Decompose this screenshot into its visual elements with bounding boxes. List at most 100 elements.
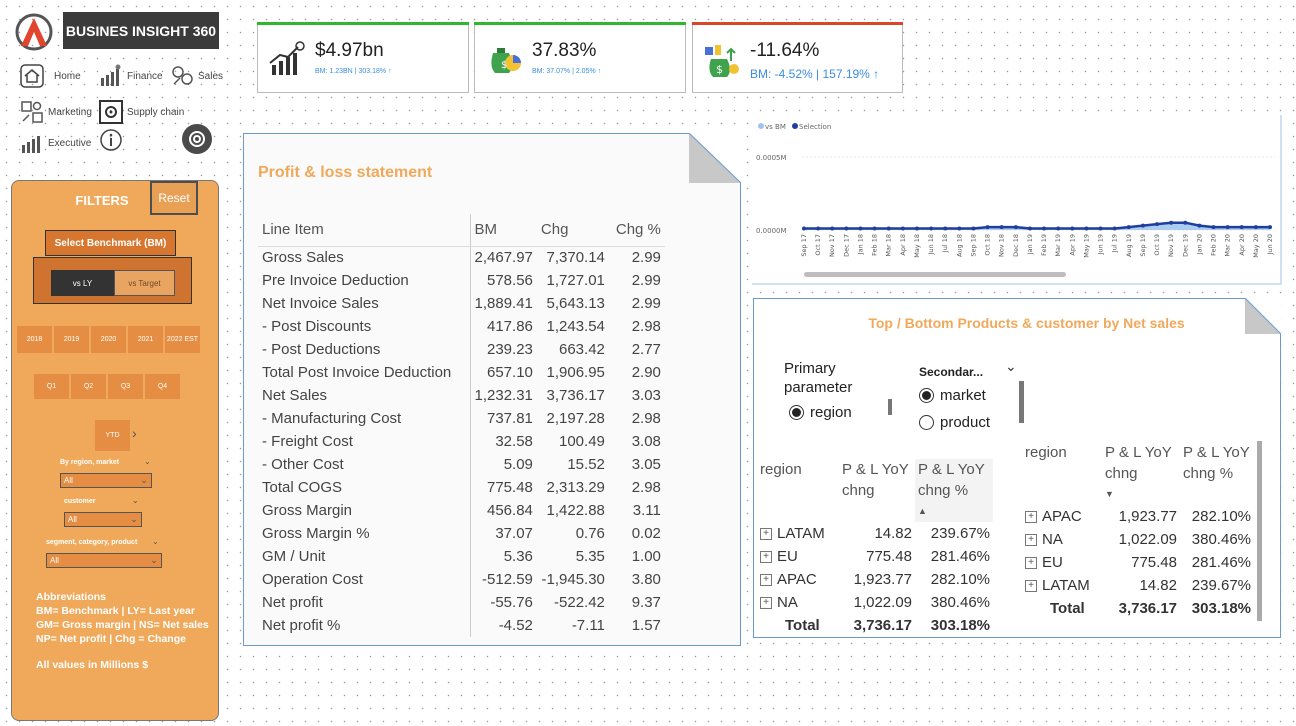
pnl-row[interactable]: - Freight Cost 32.58 100.49 3.08 bbox=[258, 430, 665, 453]
ytd-next-chevron-icon[interactable]: › bbox=[132, 425, 137, 441]
segment-filter-caret-icon[interactable]: ⌄ bbox=[152, 537, 162, 547]
benchmark-option-vs-ly[interactable]: vs LY bbox=[51, 270, 114, 296]
table-row[interactable]: + LATAM 14.82 239.67% bbox=[1022, 574, 1254, 597]
customer-filter-dropdown[interactable]: All ⌄ bbox=[64, 512, 142, 527]
expand-plus-icon[interactable]: + bbox=[1025, 557, 1037, 570]
col-yoy-chng-pct-label: P & L YoY chng % bbox=[918, 461, 985, 499]
pnl-cell-bm: 37.07 bbox=[495, 525, 533, 542]
pnl-cell-chg: 7,370.14 bbox=[546, 249, 605, 267]
pnl-row[interactable]: Operation Cost -512.59 -1,945.30 3.80 bbox=[258, 568, 665, 591]
year-chip-2021[interactable]: 2021 bbox=[128, 326, 163, 353]
col-yoy-chng[interactable]: P & L YoY chng bbox=[839, 459, 915, 522]
secondary-scrollbar[interactable] bbox=[1019, 381, 1024, 423]
nav-supply-chain[interactable]: Supply chain bbox=[99, 100, 184, 124]
pnl-col-bm[interactable]: BM bbox=[470, 214, 537, 247]
cell-yoy-chng: 1,923.77 bbox=[1118, 508, 1177, 525]
pnl-cell-line-item: Net profit bbox=[258, 591, 471, 614]
nav-home[interactable]: Home bbox=[20, 64, 81, 88]
customer-filter-caret-icon[interactable]: ⌄ bbox=[132, 496, 142, 506]
table-row[interactable]: + EU 775.48 281.46% bbox=[1022, 551, 1254, 574]
pnl-row[interactable]: Gross Margin % 37.07 0.76 0.02 bbox=[258, 522, 665, 545]
year-chip-2022-est[interactable]: 2022 EST bbox=[165, 326, 200, 353]
col-yoy-chng-pct[interactable]: P & L YoY chng % ▲ bbox=[915, 459, 993, 522]
expand-plus-icon[interactable]: + bbox=[1025, 534, 1037, 547]
table-scrollbar[interactable] bbox=[1257, 441, 1262, 621]
pnl-col-line-item[interactable]: Line Item bbox=[258, 214, 471, 247]
pnl-row[interactable]: GM / Unit 5.36 5.35 1.00 bbox=[258, 545, 665, 568]
x-tick-label: Nov 18 bbox=[998, 234, 1006, 257]
quarter-chip-q2[interactable]: Q2 bbox=[71, 374, 106, 399]
help-button[interactable] bbox=[182, 124, 212, 154]
table-row[interactable]: + NA 1,022.09 380.46% bbox=[1022, 528, 1254, 551]
nav-sales[interactable]: Sales bbox=[170, 64, 223, 88]
pnl-row[interactable]: - Other Cost 5.09 15.52 3.05 bbox=[258, 453, 665, 476]
region-filter-label: By region, market bbox=[60, 459, 120, 466]
pnl-col-chg-pct[interactable]: Chg % bbox=[608, 214, 665, 247]
cell-yoy-chng-pct: 282.10% bbox=[930, 571, 990, 588]
nav-marketing[interactable]: Marketing bbox=[20, 100, 92, 124]
nav-finance[interactable]: Finance bbox=[99, 64, 163, 88]
reset-button[interactable]: Reset bbox=[150, 181, 198, 215]
legend-marker-selection bbox=[792, 123, 798, 129]
quarter-chip-q1[interactable]: Q1 bbox=[34, 374, 69, 399]
ytd-chip[interactable]: YTD bbox=[95, 420, 130, 451]
expand-plus-icon[interactable]: + bbox=[760, 597, 772, 610]
year-chip-2019[interactable]: 2019 bbox=[54, 326, 89, 353]
table-row[interactable]: + NA 1,022.09 380.46% bbox=[757, 591, 993, 614]
pnl-row[interactable]: Net profit % -4.52 -7.11 1.57 bbox=[258, 614, 665, 637]
secondary-chevron-down-icon[interactable]: ⌄ bbox=[1005, 359, 1017, 375]
pnl-row[interactable]: - Manufacturing Cost 737.81 2,197.28 2.98 bbox=[258, 407, 665, 430]
expand-plus-icon[interactable]: + bbox=[760, 551, 772, 564]
pnl-row[interactable]: - Post Deductions 239.23 663.42 2.77 bbox=[258, 338, 665, 361]
cell-region-label: APAC bbox=[777, 571, 817, 588]
expand-plus-icon[interactable]: + bbox=[1025, 511, 1037, 524]
pnl-cell-line-item: - Post Deductions bbox=[258, 338, 471, 361]
pnl-row[interactable]: Net Sales 1,232.31 3,736.17 3.03 bbox=[258, 384, 665, 407]
expand-plus-icon[interactable]: + bbox=[760, 574, 772, 587]
x-tick-label: Dec 17 bbox=[842, 234, 850, 257]
cell-yoy-chng: 14.82 bbox=[874, 525, 912, 542]
expand-plus-icon[interactable]: + bbox=[1025, 580, 1037, 593]
benchmark-option-vs-target[interactable]: vs Target bbox=[114, 270, 175, 296]
pnl-row[interactable]: Pre Invoice Deduction 578.56 1,727.01 2.99 bbox=[258, 269, 665, 292]
year-chip-2020[interactable]: 2020 bbox=[91, 326, 126, 353]
region-filter-caret-icon[interactable]: ⌄ bbox=[144, 457, 154, 467]
table-row[interactable]: + APAC 1,923.77 282.10% bbox=[1022, 505, 1254, 528]
nav-executive[interactable]: Executive bbox=[20, 131, 91, 155]
kpi-card-gross-margin: $ 37.83% BM: 37.07% | 2.05% ↑ bbox=[474, 22, 686, 93]
money-bag-growth-icon: $ bbox=[705, 45, 739, 77]
x-tick-label: Sep 19 bbox=[1139, 234, 1147, 257]
pnl-row[interactable]: Total Post Invoice Deduction 657.10 1,906.… bbox=[258, 361, 665, 384]
series-point-selection bbox=[816, 226, 821, 231]
pnl-row[interactable]: Net Invoice Sales 1,889.41 5,643.13 2.99 bbox=[258, 292, 665, 315]
region-filter-dropdown[interactable]: All ⌄ bbox=[60, 473, 152, 488]
segment-filter-dropdown[interactable]: All ⌄ bbox=[46, 553, 162, 568]
quarter-chip-q4[interactable]: Q4 bbox=[145, 374, 180, 399]
pnl-row[interactable]: Gross Sales 2,467.97 7,370.14 2.99 bbox=[258, 246, 665, 269]
primary-option-region[interactable]: region bbox=[789, 404, 852, 421]
table-row[interactable]: + APAC 1,923.77 282.10% bbox=[757, 568, 993, 591]
secondary-option-market[interactable]: market bbox=[919, 387, 986, 404]
col-region[interactable]: region bbox=[1022, 442, 1102, 505]
pnl-cell-line-item: Net profit % bbox=[258, 614, 471, 637]
pnl-cell-bm: -4.52 bbox=[498, 617, 533, 634]
pnl-col-chg[interactable]: Chg bbox=[536, 214, 609, 247]
pnl-row[interactable]: Net profit -55.76 -522.42 9.37 bbox=[258, 591, 665, 614]
col-region[interactable]: region bbox=[757, 459, 839, 522]
pnl-cell-line-item: Net Sales bbox=[258, 384, 471, 407]
expand-plus-icon[interactable]: + bbox=[760, 528, 772, 541]
col-yoy-chng[interactable]: P & L YoY chng ▼ bbox=[1102, 442, 1180, 505]
col-yoy-chng-pct[interactable]: P & L YoY chng % bbox=[1180, 442, 1254, 505]
table-row[interactable]: + EU 775.48 281.46% bbox=[757, 545, 993, 568]
year-chip-2018[interactable]: 2018 bbox=[17, 326, 52, 353]
series-point-selection bbox=[872, 226, 877, 231]
table-row[interactable]: + LATAM 14.82 239.67% bbox=[757, 522, 993, 545]
secondary-option-product[interactable]: product bbox=[919, 414, 990, 431]
pnl-row[interactable]: - Post Discounts 417.86 1,243.54 2.98 bbox=[258, 315, 665, 338]
cell-yoy-chng: 1,022.09 bbox=[853, 594, 912, 611]
pnl-row[interactable]: Total COGS 775.48 2,313.29 2.98 bbox=[258, 476, 665, 499]
info-button[interactable] bbox=[99, 128, 123, 156]
primary-scrollbar[interactable] bbox=[888, 399, 892, 415]
quarter-chip-q3[interactable]: Q3 bbox=[108, 374, 143, 399]
pnl-row[interactable]: Gross Margin 456.84 1,422.88 3.11 bbox=[258, 499, 665, 522]
